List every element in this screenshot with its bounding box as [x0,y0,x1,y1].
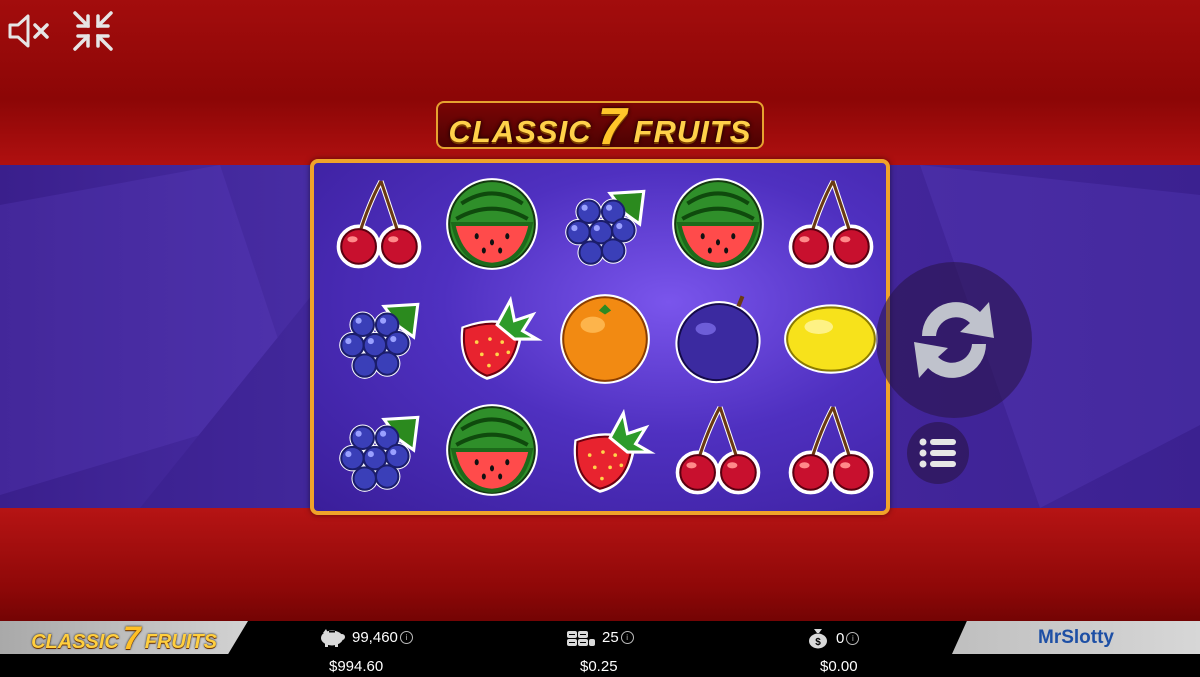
watermelon-symbol [661,167,774,280]
cherry-icon [336,179,421,268]
bet-money: $0.25 [580,658,618,675]
title-seven: 7 [597,98,628,156]
grapes-icon [338,415,420,492]
piggy-bank-icon [321,629,345,647]
bottom-title-left: CLASSIC [31,631,119,653]
background-bottom [0,508,1200,621]
exit-fullscreen-icon [73,11,113,51]
money-bag-icon: $ [809,629,827,649]
strawberry-symbol [435,280,548,393]
cherry-symbol [774,167,887,280]
cherry-symbol [661,393,774,506]
bottom-game-title: CLASSIC 7 FRUITS [31,620,217,656]
cherry-symbol [774,393,887,506]
spin-button[interactable] [876,262,1032,418]
speaker-muted-icon [8,14,49,48]
plum-symbol [661,280,774,393]
bottom-title-right: FRUITS [144,631,217,653]
grapes-symbol [322,393,435,506]
bottom-game-logo: CLASSIC 7 FRUITS [0,621,248,654]
win-money: $0.00 [820,658,858,675]
reels-frame [310,159,890,515]
title-left-word: CLASSIC [448,114,592,149]
balance-money: $994.60 [329,658,384,675]
menu-button[interactable] [907,422,969,484]
balance-stat: 99,460 i [318,627,413,647]
watermelon-icon [671,177,764,270]
balance-info-icon[interactable]: i [399,630,413,644]
sound-toggle-button[interactable] [6,8,52,54]
win-info-icon[interactable]: i [846,631,860,645]
spin-arrows-icon [914,302,994,378]
svg-text:$: $ [815,637,821,648]
win-stat: $ 0 i [806,627,860,649]
lemon-icon [783,303,878,374]
watermelon-icon [445,177,538,270]
game-title: CLASSIC 7 FRUITS [448,95,752,156]
strawberry-icon [460,295,543,380]
fullscreen-toggle-button[interactable] [70,8,116,54]
plum-icon [674,294,761,383]
grapes-symbol [548,167,661,280]
cherry-symbol [322,167,435,280]
bottom-title-seven: 7 [122,620,141,656]
game-logo: CLASSIC 7 FRUITS [436,98,764,156]
cherry-icon [788,405,873,494]
grapes-icon [564,189,646,266]
watermelon-symbol [435,167,548,280]
strawberry-icon [573,408,656,493]
orange-symbol [548,280,661,393]
brand-logo: MrSlotty [952,621,1200,654]
win-credits: 0 [836,629,845,647]
bet-info-icon[interactable]: i [620,630,634,644]
strawberry-symbol [548,393,661,506]
orange-icon [559,293,650,384]
cherry-icon [788,179,873,268]
lemon-symbol [774,280,887,393]
grapes-icon [338,302,420,379]
chips-stack-icon [567,631,595,646]
watermelon-icon [445,403,538,496]
title-right-word: FRUITS [633,114,752,149]
brand-name: MrSlotty [1038,626,1114,648]
bottom-bar: CLASSIC 7 FRUITS 99,460 i $994.60 25 i $0.… [0,621,1200,677]
balance-credits: 99,460 [352,628,398,646]
cherry-icon [675,405,760,494]
watermelon-symbol [435,393,548,506]
menu-list-icon [919,438,956,468]
bet-credits: 25 [602,628,619,646]
bet-stat[interactable]: 25 i [566,627,634,647]
grapes-symbol [322,280,435,393]
